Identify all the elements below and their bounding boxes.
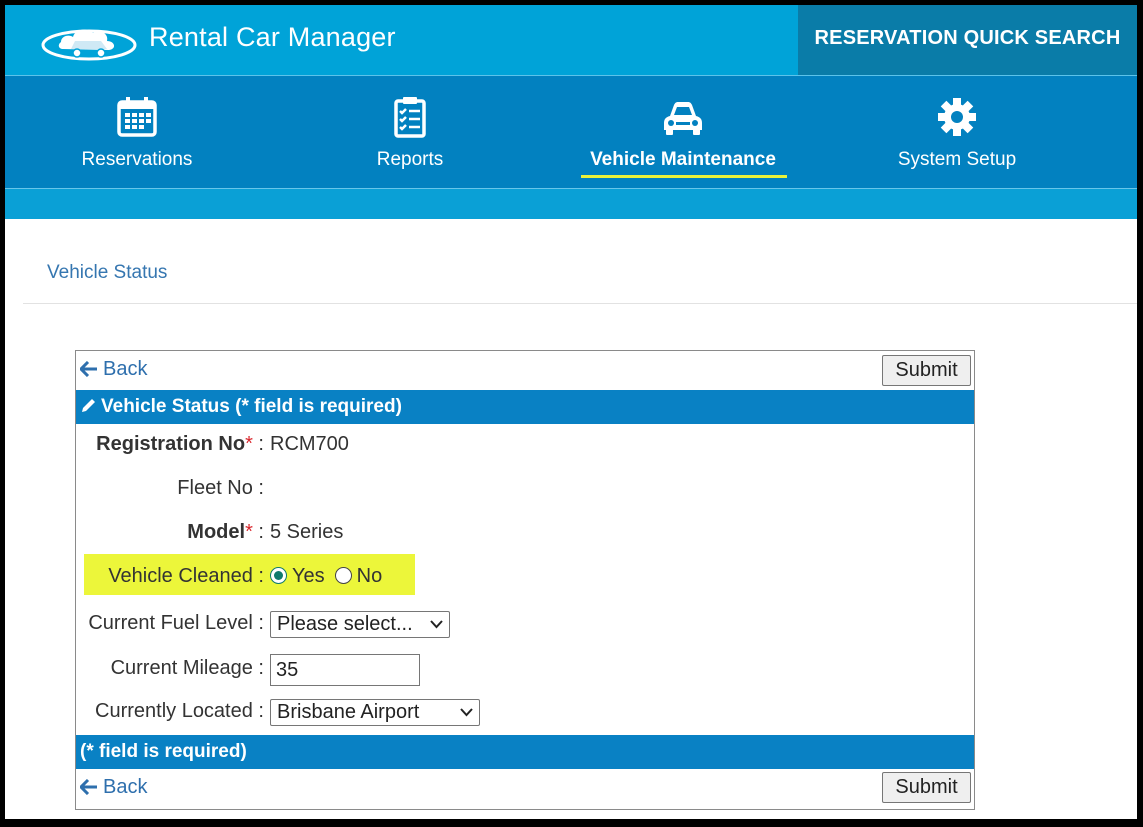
model-label: Model* : — [187, 521, 264, 543]
vehicle-cleaned-label: Vehicle Cleaned : — [108, 565, 264, 587]
chevron-down-icon — [430, 620, 443, 629]
page-title: Vehicle Status — [47, 262, 168, 283]
arrow-left-icon — [79, 360, 97, 378]
panel-header-text: Vehicle Status (* field is required) — [101, 396, 402, 417]
mileage-input[interactable]: 35 — [270, 654, 420, 686]
cloud-car-logo-icon — [41, 29, 137, 61]
active-nav-underline — [581, 175, 787, 178]
pencil-icon — [82, 399, 95, 412]
calendar-icon — [117, 97, 157, 137]
registration-label: Registration No* : — [96, 433, 264, 455]
back-link-top[interactable]: Back — [79, 358, 148, 381]
app-title: Rental Car Manager — [149, 22, 396, 52]
nav-label-system-setup: System Setup — [897, 149, 1017, 170]
cleaned-yes-option[interactable]: Yes — [270, 556, 325, 596]
model-row: Model* : 5 Series — [76, 512, 974, 552]
registration-row: Registration No* : RCM700 — [76, 424, 974, 464]
model-value: 5 Series — [270, 521, 344, 543]
cleaned-yes-radio[interactable] — [270, 567, 287, 584]
fuel-level-label: Current Fuel Level : — [88, 612, 264, 634]
mileage-label: Current Mileage : — [110, 657, 264, 679]
mileage-row: Current Mileage : 35 — [76, 648, 974, 688]
cleaned-no-option[interactable]: No — [334, 556, 382, 596]
top-bar: Rental Car Manager RESERVATION QUICK SEA… — [5, 5, 1137, 75]
fuel-level-select[interactable]: Please select... — [270, 611, 450, 638]
located-label: Currently Located : — [95, 700, 264, 722]
gear-icon — [938, 98, 976, 136]
panel-footer-bar: (* field is required) — [76, 735, 974, 769]
panel-header-bar: Vehicle Status (* field is required) — [76, 390, 974, 424]
vehicle-cleaned-options: Yes No — [270, 556, 392, 596]
fleet-row: Fleet No : — [76, 468, 974, 508]
nav-item-reports[interactable]: Reports — [280, 76, 540, 188]
nav-item-vehicle-maintenance[interactable]: Vehicle Maintenance — [553, 76, 813, 188]
back-label: Back — [103, 776, 148, 798]
vehicle-cleaned-row: Vehicle Cleaned : Yes No — [76, 556, 974, 596]
nav-item-reservations[interactable]: Reservations — [7, 76, 267, 188]
submit-button-top[interactable]: Submit — [882, 355, 971, 386]
cleaned-no-radio[interactable] — [334, 567, 352, 584]
fleet-label: Fleet No : — [177, 477, 264, 499]
chevron-down-icon — [460, 708, 473, 717]
fuel-level-row: Current Fuel Level : Please select... — [76, 603, 974, 643]
required-asterisk: * — [245, 433, 253, 455]
registration-value: RCM700 — [270, 433, 349, 455]
located-row: Currently Located : Brisbane Airport — [76, 691, 974, 731]
back-label: Back — [103, 358, 148, 380]
title-divider — [23, 303, 1137, 304]
submit-button-bottom[interactable]: Submit — [882, 772, 971, 803]
nav-label-reservations: Reservations — [81, 149, 193, 170]
vehicle-status-panel: Back Submit Vehicle Status (* field is r… — [75, 350, 975, 810]
arrow-left-icon — [79, 778, 97, 796]
back-link-bottom[interactable]: Back — [79, 776, 148, 799]
nav-item-system-setup[interactable]: System Setup — [827, 76, 1087, 188]
main-nav: Reservations Reports Vehicle Maintenance… — [5, 75, 1137, 188]
located-select[interactable]: Brisbane Airport — [270, 699, 480, 726]
sub-bar — [5, 188, 1137, 219]
required-asterisk: * — [245, 521, 253, 543]
checklist-icon — [394, 97, 426, 138]
nav-label-vehicle-maintenance: Vehicle Maintenance — [590, 149, 776, 170]
reservation-quick-search-button[interactable]: RESERVATION QUICK SEARCH — [798, 5, 1137, 75]
app-window: Rental Car Manager RESERVATION QUICK SEA… — [0, 0, 1143, 827]
nav-label-reports: Reports — [376, 149, 444, 170]
car-icon — [664, 102, 702, 135]
